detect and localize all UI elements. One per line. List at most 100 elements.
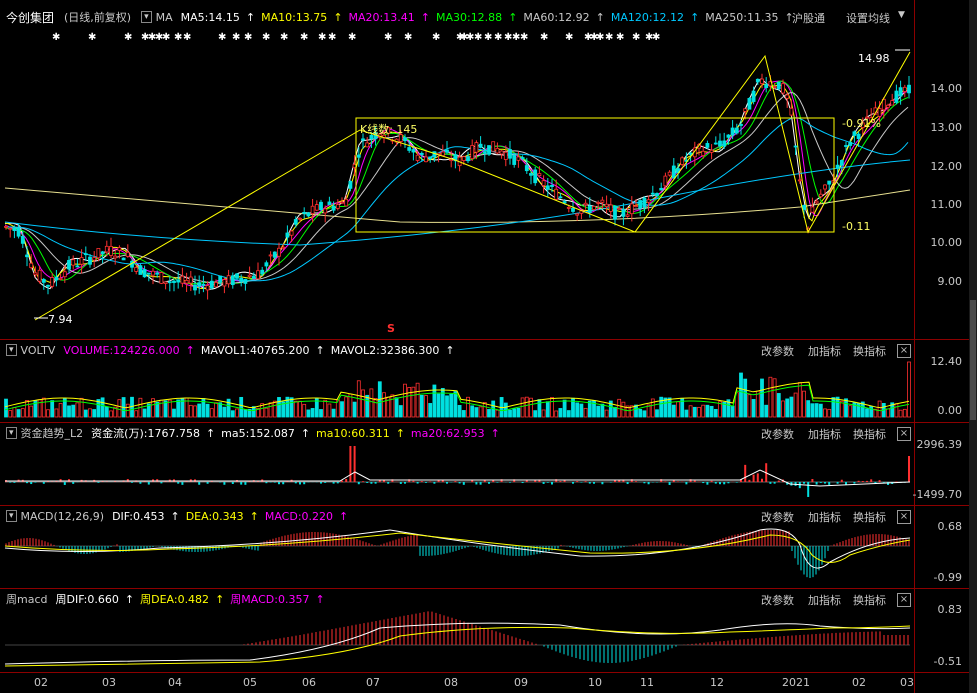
add-indicator-button[interactable]: 加指标 <box>808 592 841 608</box>
box-high-label: -0.91% <box>842 117 881 130</box>
candle-body <box>142 269 147 278</box>
candle-body <box>499 150 504 155</box>
candle-body <box>256 270 260 280</box>
flow-bar <box>257 481 259 482</box>
volume-bar <box>533 410 538 418</box>
volume-bar <box>747 394 752 418</box>
volume-bar <box>579 403 584 418</box>
switch-indicator-button[interactable]: 换指标 <box>853 592 886 608</box>
close-panel-icon[interactable]: × <box>897 510 911 524</box>
candle-body <box>319 201 323 211</box>
vol-toggle-icon[interactable]: ▾ <box>6 344 17 356</box>
flow-bar <box>42 482 45 484</box>
close-panel-icon[interactable]: × <box>897 593 911 607</box>
volume-bar <box>104 406 109 418</box>
date-tick-label: 02 <box>852 676 866 689</box>
volume-bar <box>709 405 714 418</box>
close-panel-icon[interactable]: × <box>897 344 911 358</box>
switch-indicator-button[interactable]: 换指标 <box>853 343 886 359</box>
candle-body <box>281 246 286 249</box>
flow-bar <box>13 482 16 483</box>
candle-body <box>125 251 130 257</box>
flow-bar <box>744 464 747 482</box>
candle-body <box>461 156 466 161</box>
scrollbar[interactable] <box>969 0 977 693</box>
ma-toggle-icon[interactable]: ▾ <box>141 11 152 23</box>
flow-bar <box>63 482 66 485</box>
volume-bar <box>743 378 748 418</box>
switch-indicator-button[interactable]: 换指标 <box>853 426 886 442</box>
volume-bar <box>839 400 844 418</box>
macd-toggle-icon[interactable]: ▾ <box>6 510 17 522</box>
price-tick-label: 13.00 <box>930 121 963 134</box>
volume-bar <box>583 407 588 418</box>
volume-bar <box>541 409 546 418</box>
volume-bar <box>83 409 88 418</box>
volume-bar <box>898 409 903 418</box>
candle-body <box>419 152 424 155</box>
chevron-down-icon[interactable]: ▼ <box>898 10 905 20</box>
add-indicator-button[interactable]: 加指标 <box>808 343 841 359</box>
flow-toggle-icon[interactable]: ▾ <box>6 427 17 439</box>
flow-bar <box>420 481 423 482</box>
candle-body <box>289 230 294 236</box>
flow-bar <box>299 482 301 485</box>
arrow-up-icon: ↑ <box>395 427 405 440</box>
flow-bar <box>433 482 436 484</box>
flow-bar <box>324 482 327 483</box>
candle-body <box>667 171 672 176</box>
candle-body <box>29 262 34 269</box>
candle-body <box>440 151 445 157</box>
candle-body <box>575 213 580 216</box>
market-tab[interactable]: 沪股通 <box>792 10 825 26</box>
signal-star-icon: ✱ <box>596 32 605 43</box>
volume-bar <box>835 396 840 418</box>
candle-body <box>415 154 420 161</box>
candle-body <box>104 245 109 253</box>
close-panel-icon[interactable]: × <box>897 427 911 441</box>
flow-bar <box>181 482 184 485</box>
switch-indicator-button[interactable]: 换指标 <box>853 509 886 525</box>
add-indicator-button[interactable]: 加指标 <box>808 426 841 442</box>
change-params-button[interactable]: 改参数 <box>761 426 794 442</box>
flow-bar <box>551 482 553 485</box>
candle-body <box>508 149 512 159</box>
flow-bar <box>454 481 457 482</box>
date-tick-label: 03 <box>900 676 914 689</box>
scrollbar-thumb[interactable] <box>970 300 976 420</box>
candle-body <box>503 151 508 160</box>
signal-star-icon: ✱ <box>280 32 289 43</box>
add-indicator-button[interactable]: 加指标 <box>808 509 841 525</box>
stock-name[interactable]: 今创集团 <box>6 9 54 26</box>
set-ma-button[interactable]: 设置均线 <box>846 10 890 26</box>
flow-bar <box>643 482 646 484</box>
volume-bar <box>54 408 59 418</box>
volume-bar <box>453 391 458 418</box>
volume-bar <box>823 408 827 418</box>
arrow-up-icon: ↑ <box>595 10 605 24</box>
volume-bar <box>781 400 785 418</box>
change-params-button[interactable]: 改参数 <box>761 509 794 525</box>
ma-field-2: MA20:13.41 <box>348 10 415 24</box>
volume-bar <box>340 401 344 418</box>
date-tick-label: 09 <box>514 676 528 689</box>
candle-body <box>852 131 857 136</box>
candle-body <box>188 276 193 284</box>
change-params-button[interactable]: 改参数 <box>761 343 794 359</box>
change-params-button[interactable]: 改参数 <box>761 592 794 608</box>
volume-bar <box>739 372 743 418</box>
candle-body <box>491 141 496 152</box>
candle-body <box>205 285 210 291</box>
volume-bar <box>172 408 176 418</box>
volume-bar <box>566 410 571 418</box>
candle-body <box>655 193 659 197</box>
volume-bar <box>482 402 487 418</box>
volume-bar <box>760 378 764 418</box>
candle-body <box>797 179 802 182</box>
macd-title: MACD(12,26,9) <box>20 509 105 523</box>
box-low-label: -0.11 <box>842 220 871 233</box>
volume-bar <box>676 401 680 418</box>
volume-bar <box>222 406 227 418</box>
flow-bar <box>719 482 721 485</box>
volume-bar <box>449 393 454 418</box>
